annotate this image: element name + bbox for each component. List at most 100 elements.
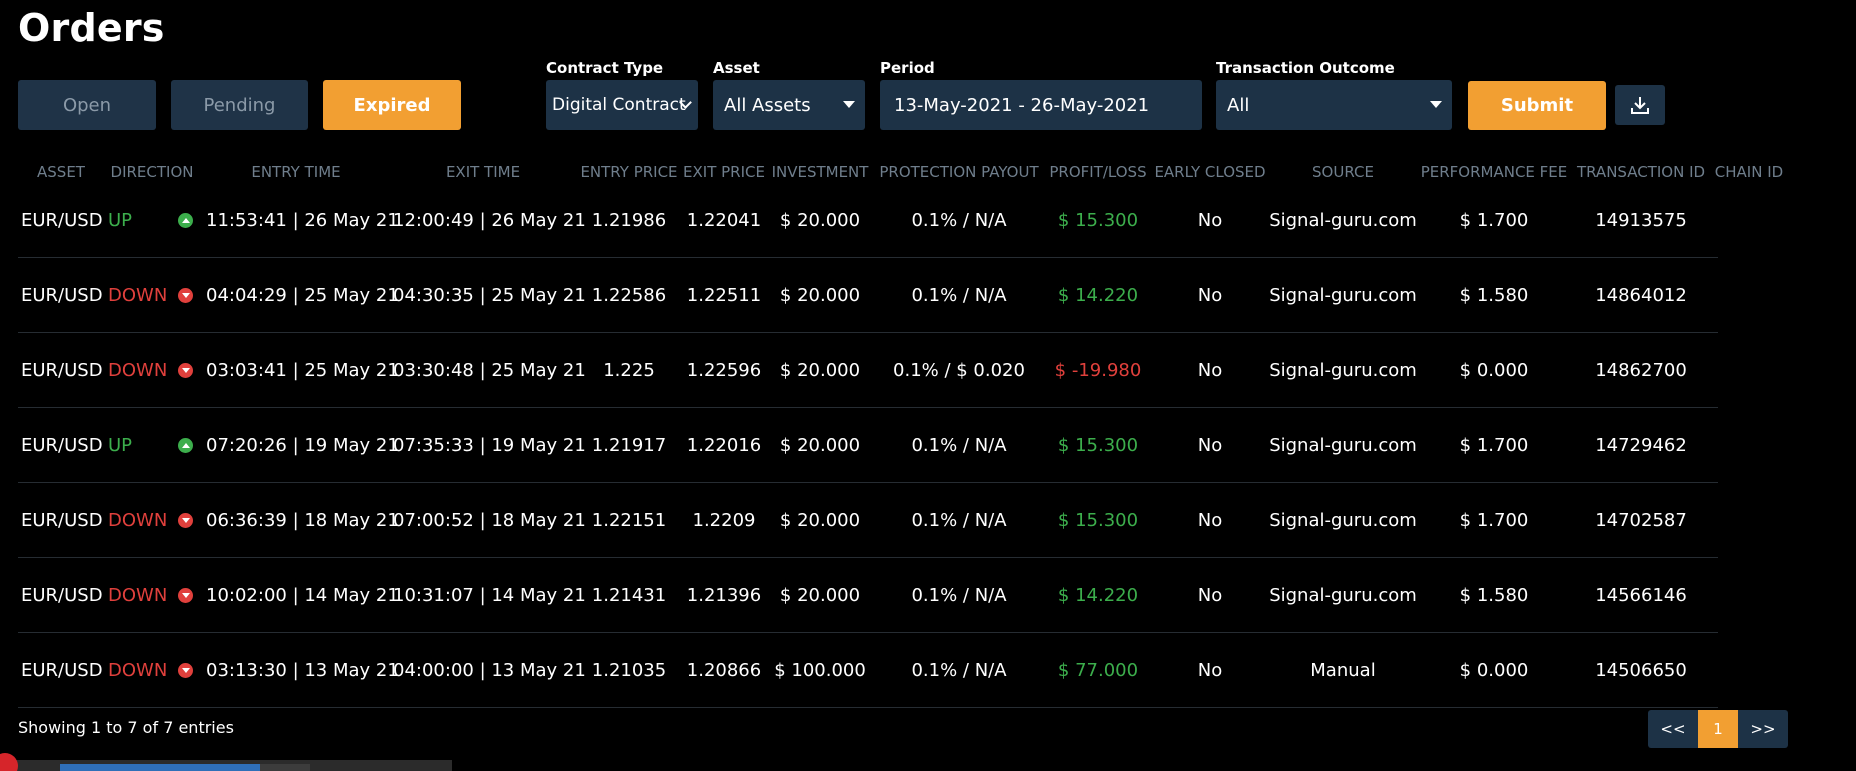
cell-asset: EUR/USD xyxy=(21,210,103,231)
column-header: CHAIN ID xyxy=(1714,163,1784,181)
transaction-outcome-value: All xyxy=(1227,94,1250,116)
table-row[interactable]: EUR/USD 10:02:00 | 14 May 21 10:31:07 | 14… xyxy=(18,558,1718,633)
column-header: SOURCE xyxy=(1312,163,1374,181)
column-header: DIRECTION xyxy=(110,163,194,181)
cell-pl: $ -19.980 xyxy=(1054,360,1142,381)
cell-direction: DOWN xyxy=(108,660,168,681)
tab-open[interactable]: Open xyxy=(18,80,156,130)
table-row[interactable]: EUR/USD 03:13:30 | 13 May 21 04:00:00 | 13… xyxy=(18,633,1718,708)
cell-tx-id: 14729462 xyxy=(1595,435,1687,456)
column-header: ASSET xyxy=(37,163,85,181)
down-arrow-circle-icon xyxy=(178,663,193,678)
cell-asset: EUR/USD xyxy=(21,285,103,306)
pagination-next-button[interactable]: >> xyxy=(1738,710,1788,748)
asset-select[interactable]: All Assets xyxy=(713,80,865,130)
cell-exit-time: 03:30:48 | 25 May 21 xyxy=(393,360,586,381)
cell-early-closed: No xyxy=(1197,660,1223,681)
page-title: Orders xyxy=(18,6,165,50)
cell-direction: UP xyxy=(108,435,133,456)
cell-direction: DOWN xyxy=(108,585,168,606)
download-button[interactable] xyxy=(1615,85,1665,125)
table-row[interactable]: EUR/USD 04:04:29 | 25 May 21 04:30:35 | 25… xyxy=(18,258,1718,333)
cell-early-closed: No xyxy=(1197,435,1223,456)
cell-investment: $ 100.000 xyxy=(774,660,866,681)
cell-tx-id: 14566146 xyxy=(1595,585,1687,606)
pagination-prev-button[interactable]: << xyxy=(1648,710,1698,748)
cell-tx-id: 14506650 xyxy=(1595,660,1687,681)
cell-exit-time: 04:30:35 | 25 May 21 xyxy=(393,285,586,306)
cell-entry-time: 07:20:26 | 19 May 21 xyxy=(206,435,399,456)
column-header: PERFORMANCE FEE xyxy=(1420,163,1568,181)
cell-early-closed: No xyxy=(1197,585,1223,606)
table-row[interactable]: EUR/USD 11:53:41 | 26 May 21 12:00:49 | 26… xyxy=(18,183,1718,258)
cell-protection: 0.1% / N/A xyxy=(911,210,1007,231)
dropdown-caret-icon xyxy=(1430,101,1442,108)
cell-asset: EUR/USD xyxy=(21,660,103,681)
cell-tx-id: 14862700 xyxy=(1595,360,1687,381)
cell-exit-time: 07:00:52 | 18 May 21 xyxy=(393,510,586,531)
cell-entry-price: 1.21035 xyxy=(591,660,667,681)
period-field[interactable]: 13-May-2021 - 26-May-2021 xyxy=(880,80,1202,130)
period-value: 13-May-2021 - 26-May-2021 xyxy=(894,94,1150,116)
cell-fee: $ 1.580 xyxy=(1459,285,1529,306)
down-arrow-circle-icon xyxy=(178,288,193,303)
table-row[interactable]: EUR/USD 07:20:26 | 19 May 21 07:35:33 | 19… xyxy=(18,408,1718,483)
cell-source: Signal-guru.com xyxy=(1269,435,1417,456)
cell-entry-price: 1.22586 xyxy=(591,285,667,306)
column-header: EARLY CLOSED xyxy=(1154,163,1266,181)
cell-source: Signal-guru.com xyxy=(1269,285,1417,306)
table-row[interactable]: EUR/USD 06:36:39 | 18 May 21 07:00:52 | 18… xyxy=(18,483,1718,558)
cell-exit-time: 04:00:00 | 13 May 21 xyxy=(393,660,586,681)
cell-source: Signal-guru.com xyxy=(1269,360,1417,381)
transaction-outcome-select[interactable]: All xyxy=(1216,80,1452,130)
cell-entry-price: 1.21431 xyxy=(591,585,667,606)
cell-fee: $ 1.580 xyxy=(1459,585,1529,606)
column-header: EXIT PRICE xyxy=(683,163,765,181)
cell-asset: EUR/USD xyxy=(21,360,103,381)
cell-protection: 0.1% / N/A xyxy=(911,510,1007,531)
tab-expired[interactable]: Expired xyxy=(323,80,461,130)
cell-investment: $ 20.000 xyxy=(779,360,861,381)
cell-tx-id: 14864012 xyxy=(1595,285,1687,306)
cell-exit-time: 12:00:49 | 26 May 21 xyxy=(393,210,586,231)
cell-entry-time: 03:03:41 | 25 May 21 xyxy=(206,360,399,381)
cell-protection: 0.1% / $ 0.020 xyxy=(893,360,1025,381)
cell-asset: EUR/USD xyxy=(21,585,103,606)
cell-investment: $ 20.000 xyxy=(779,285,861,306)
cell-investment: $ 20.000 xyxy=(779,210,861,231)
column-header: INVESTMENT xyxy=(771,163,869,181)
cell-exit-time: 10:31:07 | 14 May 21 xyxy=(393,585,586,606)
cell-early-closed: No xyxy=(1197,285,1223,306)
asset-label: Asset xyxy=(713,59,760,77)
cell-exit-price: 1.2209 xyxy=(692,510,756,531)
cell-exit-price: 1.22596 xyxy=(686,360,762,381)
cell-source: Signal-guru.com xyxy=(1269,210,1417,231)
cell-entry-price: 1.21986 xyxy=(591,210,667,231)
up-arrow-circle-icon xyxy=(178,438,193,453)
dropdown-caret-icon xyxy=(843,101,855,108)
cell-pl: $ 77.000 xyxy=(1057,660,1139,681)
cell-asset: EUR/USD xyxy=(21,435,103,456)
transaction-outcome-label: Transaction Outcome xyxy=(1216,59,1395,77)
contract-type-select[interactable]: Digital Contract xyxy=(546,80,698,130)
cell-protection: 0.1% / N/A xyxy=(911,285,1007,306)
submit-button[interactable]: Submit xyxy=(1468,81,1606,130)
cell-investment: $ 20.000 xyxy=(779,510,861,531)
cell-pl: $ 14.220 xyxy=(1057,585,1139,606)
column-header: PROTECTION PAYOUT xyxy=(879,163,1039,181)
asset-value: All Assets xyxy=(724,94,811,116)
cell-exit-price: 1.22016 xyxy=(686,435,762,456)
tab-pending[interactable]: Pending xyxy=(171,80,308,130)
table-row[interactable]: EUR/USD 03:03:41 | 25 May 21 03:30:48 | 25… xyxy=(18,333,1718,408)
cell-direction: UP xyxy=(108,210,133,231)
cell-pl: $ 15.300 xyxy=(1057,435,1139,456)
down-arrow-circle-icon xyxy=(178,588,193,603)
pagination-page-1[interactable]: 1 xyxy=(1698,710,1738,748)
down-arrow-circle-icon xyxy=(178,513,193,528)
cell-source: Signal-guru.com xyxy=(1269,585,1417,606)
cell-entry-time: 04:04:29 | 25 May 21 xyxy=(206,285,399,306)
cell-entry-time: 03:13:30 | 13 May 21 xyxy=(206,660,399,681)
cell-pl: $ 15.300 xyxy=(1057,510,1139,531)
cell-asset: EUR/USD xyxy=(21,510,103,531)
cell-fee: $ 1.700 xyxy=(1459,210,1529,231)
